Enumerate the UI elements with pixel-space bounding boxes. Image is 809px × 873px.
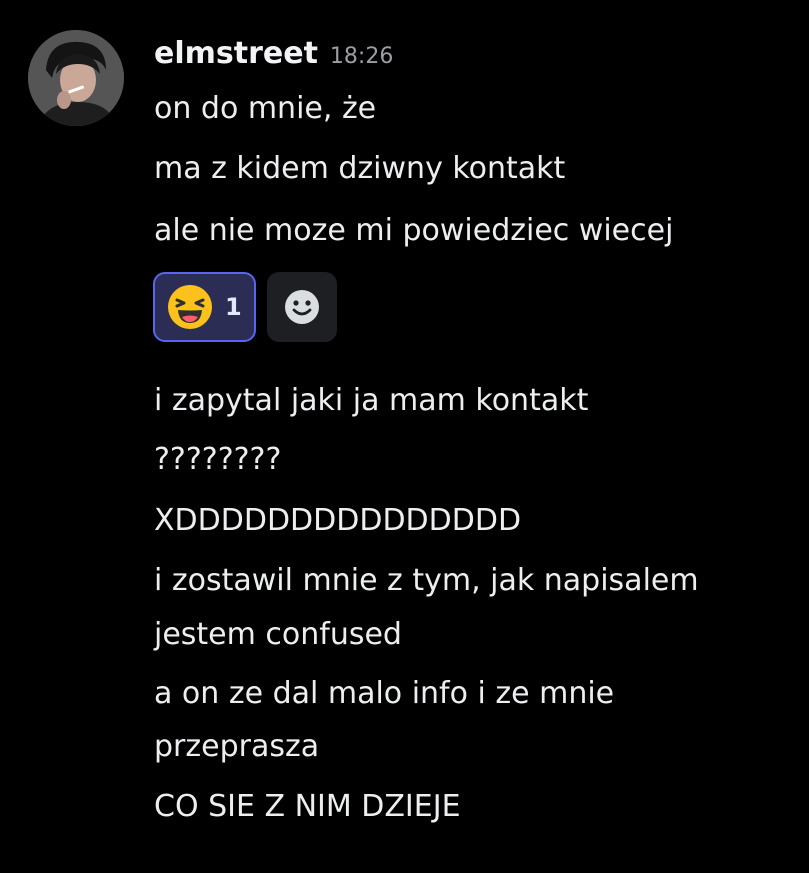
message-line: ???????? xyxy=(154,442,282,477)
message-line: XDDDDDDDDDDDDDDD xyxy=(154,503,522,538)
message-line: ale nie moze mi powiedziec wiecej xyxy=(154,213,674,248)
avatar-image xyxy=(28,30,124,126)
reaction-count: 1 xyxy=(225,293,242,321)
message-timestamp: 18:26 xyxy=(329,44,394,69)
message-line: przeprasza xyxy=(154,729,320,764)
avatar[interactable] xyxy=(28,30,124,126)
message-line: i zostawil mnie z tym, jak napisalem xyxy=(154,563,699,598)
message-line: jestem confused xyxy=(154,617,402,652)
message-line: a on ze dal malo info i ze mnie xyxy=(154,676,615,711)
message-line: i zapytal jaki ja mam kontakt xyxy=(154,383,589,418)
message-header: elmstreet 18:26 xyxy=(154,36,393,80)
author-name[interactable]: elmstreet xyxy=(154,36,318,71)
message-line: ma z kidem dziwny kontakt xyxy=(154,151,566,186)
message-line: on do mnie, że xyxy=(154,91,377,126)
reaction-laughing[interactable]: 1 xyxy=(153,272,256,342)
smiley-face-icon xyxy=(285,290,319,324)
laughing-emoji-icon xyxy=(168,285,212,329)
add-reaction-button[interactable] xyxy=(267,272,337,342)
message-line: CO SIE Z NIM DZIEJE xyxy=(154,789,461,824)
